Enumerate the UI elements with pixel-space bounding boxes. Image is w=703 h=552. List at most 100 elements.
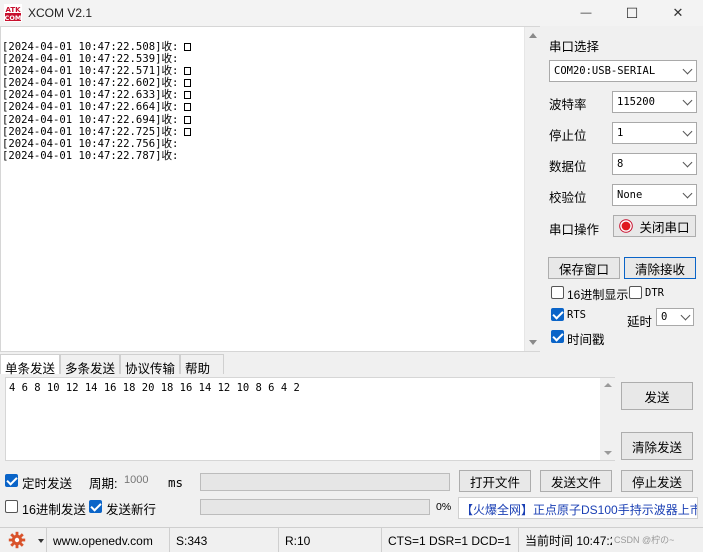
clear-send-button[interactable]: 清除发送 (621, 432, 693, 460)
unknown-char-glyph (184, 91, 192, 100)
open-file-button[interactable]: 打开文件 (459, 470, 531, 492)
send-text: 4 6 8 10 12 14 16 18 20 18 16 14 12 10 8… (9, 382, 300, 394)
receive-line-text: [2024-04-01 10:47:22.787]收: (2, 149, 179, 162)
stop-send-button[interactable]: 停止发送 (621, 470, 693, 492)
maximize-button[interactable]: ☐ (609, 0, 655, 26)
scroll-down-icon[interactable] (604, 451, 612, 455)
receive-line: [2024-04-01 10:47:22.539]收: (2, 53, 191, 65)
receive-line-text: [2024-04-01 10:47:22.539]收: (2, 53, 179, 66)
send-progress-bar (200, 499, 430, 515)
receive-line-text: [2024-04-01 10:47:22.602]收: (2, 77, 179, 90)
data-bits-value: 8 (617, 158, 624, 170)
send-file-button[interactable]: 发送文件 (540, 470, 612, 492)
receive-line: [2024-04-01 10:47:22.633]收: (2, 89, 192, 102)
parity-label: 校验位 (549, 191, 587, 205)
clear-receive-button[interactable]: 清除接收 (624, 257, 696, 279)
rts-label: RTS (567, 309, 586, 321)
timed-send-checkbox[interactable] (5, 474, 18, 487)
ad-text: 【火爆全网】正点原子DS100手持示波器上市 (461, 503, 698, 517)
unknown-char-glyph (184, 67, 192, 76)
hex-display-label: 16进制显示 (567, 288, 629, 302)
timestamp-checkbox[interactable] (551, 330, 564, 343)
receive-scrollbar[interactable] (524, 27, 540, 351)
scroll-up-icon[interactable] (604, 383, 612, 387)
port-select[interactable]: COM20:USB-SERIAL (549, 60, 697, 82)
parity-select[interactable]: None (612, 184, 697, 206)
caret-down-icon[interactable] (38, 539, 44, 543)
receive-line-text: [2024-04-01 10:47:22.694]收: (2, 113, 179, 126)
receive-line: [2024-04-01 10:47:22.602]收: (2, 77, 192, 90)
period-label: 周期: (89, 477, 118, 491)
record-icon (619, 219, 634, 233)
send-textarea[interactable]: 4 6 8 10 12 14 16 18 20 18 16 14 12 10 8… (5, 377, 615, 461)
close-port-button[interactable]: 关闭串口 (613, 215, 696, 237)
receive-line-text: [2024-04-01 10:47:22.756]收: (2, 137, 179, 150)
receive-line: [2024-04-01 10:47:22.664]收: (2, 101, 192, 113)
timed-send-label: 定时发送 (22, 477, 73, 491)
unknown-char-glyph (184, 127, 192, 136)
chevron-down-icon (682, 157, 693, 168)
hex-send-checkbox[interactable] (5, 500, 18, 513)
rts-checkbox[interactable] (551, 308, 564, 321)
baud-select-value: 115200 (617, 96, 655, 108)
save-window-button[interactable]: 保存窗口 (548, 257, 620, 279)
close-icon: ✕ (672, 5, 684, 20)
receive-textarea[interactable]: [2024-04-01 10:47:22.508]收: [2024-04-01 1… (0, 26, 540, 352)
hex-send-label: 16进制发送 (22, 503, 86, 517)
dtr-label: DTR (645, 287, 664, 299)
tab-help[interactable]: 帮助 (180, 354, 224, 376)
scroll-up-icon[interactable] (529, 33, 537, 38)
stop-bits-value: 1 (617, 127, 624, 139)
dtr-checkbox[interactable] (629, 286, 642, 299)
receive-line: [2024-04-01 10:47:22.694]收: (2, 113, 192, 126)
unknown-char-glyph (184, 43, 192, 51)
receive-line-text: [2024-04-01 10:47:22.725]收: (2, 125, 179, 138)
data-bits-select[interactable]: 8 (612, 153, 697, 175)
receive-line: [2024-04-01 10:47:22.787]收: (2, 150, 191, 162)
progress-percent: 0% (436, 501, 452, 513)
receive-line: [2024-04-01 10:47:22.571]收: (2, 65, 192, 77)
unknown-char-glyph (184, 79, 192, 88)
close-port-label: 关闭串口 (639, 220, 690, 235)
stop-bits-select[interactable]: 1 (612, 122, 697, 144)
modem-lines: CTS=1 DSR=1 DCD=1 (381, 528, 517, 552)
scroll-down-icon[interactable] (529, 340, 537, 345)
delay-value: 0 (661, 311, 668, 323)
save-window-label: 保存窗口 (558, 262, 609, 277)
period-input[interactable]: 1000 (124, 474, 148, 486)
chevron-down-icon (682, 126, 693, 137)
send-newline-label: 发送新行 (106, 503, 157, 517)
received-count: R:10 (278, 528, 380, 552)
svg-text:COM: COM (5, 14, 22, 22)
minimize-button[interactable]: — (563, 0, 609, 26)
receive-line: [2024-04-01 10:47:22.725]收: (2, 125, 192, 138)
open-file-label: 打开文件 (469, 475, 520, 490)
baud-select[interactable]: 115200 (612, 91, 697, 113)
stop-send-label: 停止发送 (631, 475, 682, 490)
ad-link[interactable]: 【火爆全网】正点原子DS100手持示波器上市 (458, 497, 698, 519)
tab-single-send[interactable]: 单条发送 (0, 354, 60, 376)
hex-display-checkbox[interactable] (551, 286, 564, 299)
unknown-char-glyph (184, 115, 192, 124)
watermark: CSDN @柠の~ (612, 532, 677, 547)
window-title: XCOM V2.1 (28, 6, 93, 20)
sent-count: S:343 (169, 528, 277, 552)
chevron-down-icon (682, 95, 693, 106)
tab-protocol[interactable]: 协议传输 (120, 354, 180, 376)
stop-bits-label: 停止位 (549, 129, 587, 143)
send-newline-checkbox[interactable] (89, 500, 102, 513)
gear-icon[interactable] (8, 531, 26, 549)
tab-multi-send[interactable]: 多条发送 (60, 354, 120, 376)
chevron-down-icon (680, 310, 691, 321)
send-button[interactable]: 发送 (621, 382, 693, 410)
delay-select[interactable]: 0 (656, 308, 694, 326)
website-link[interactable]: www.openedv.com (46, 528, 168, 552)
timed-progress-bar (200, 473, 450, 491)
unknown-char-glyph (184, 103, 192, 112)
minimize-icon: — (580, 7, 592, 19)
send-label: 发送 (644, 390, 670, 405)
close-button[interactable]: ✕ (655, 0, 701, 26)
send-scrollbar[interactable] (600, 378, 615, 460)
delay-label: 延时 (627, 315, 653, 329)
receive-line-text: [2024-04-01 10:47:22.633]收: (2, 89, 179, 102)
